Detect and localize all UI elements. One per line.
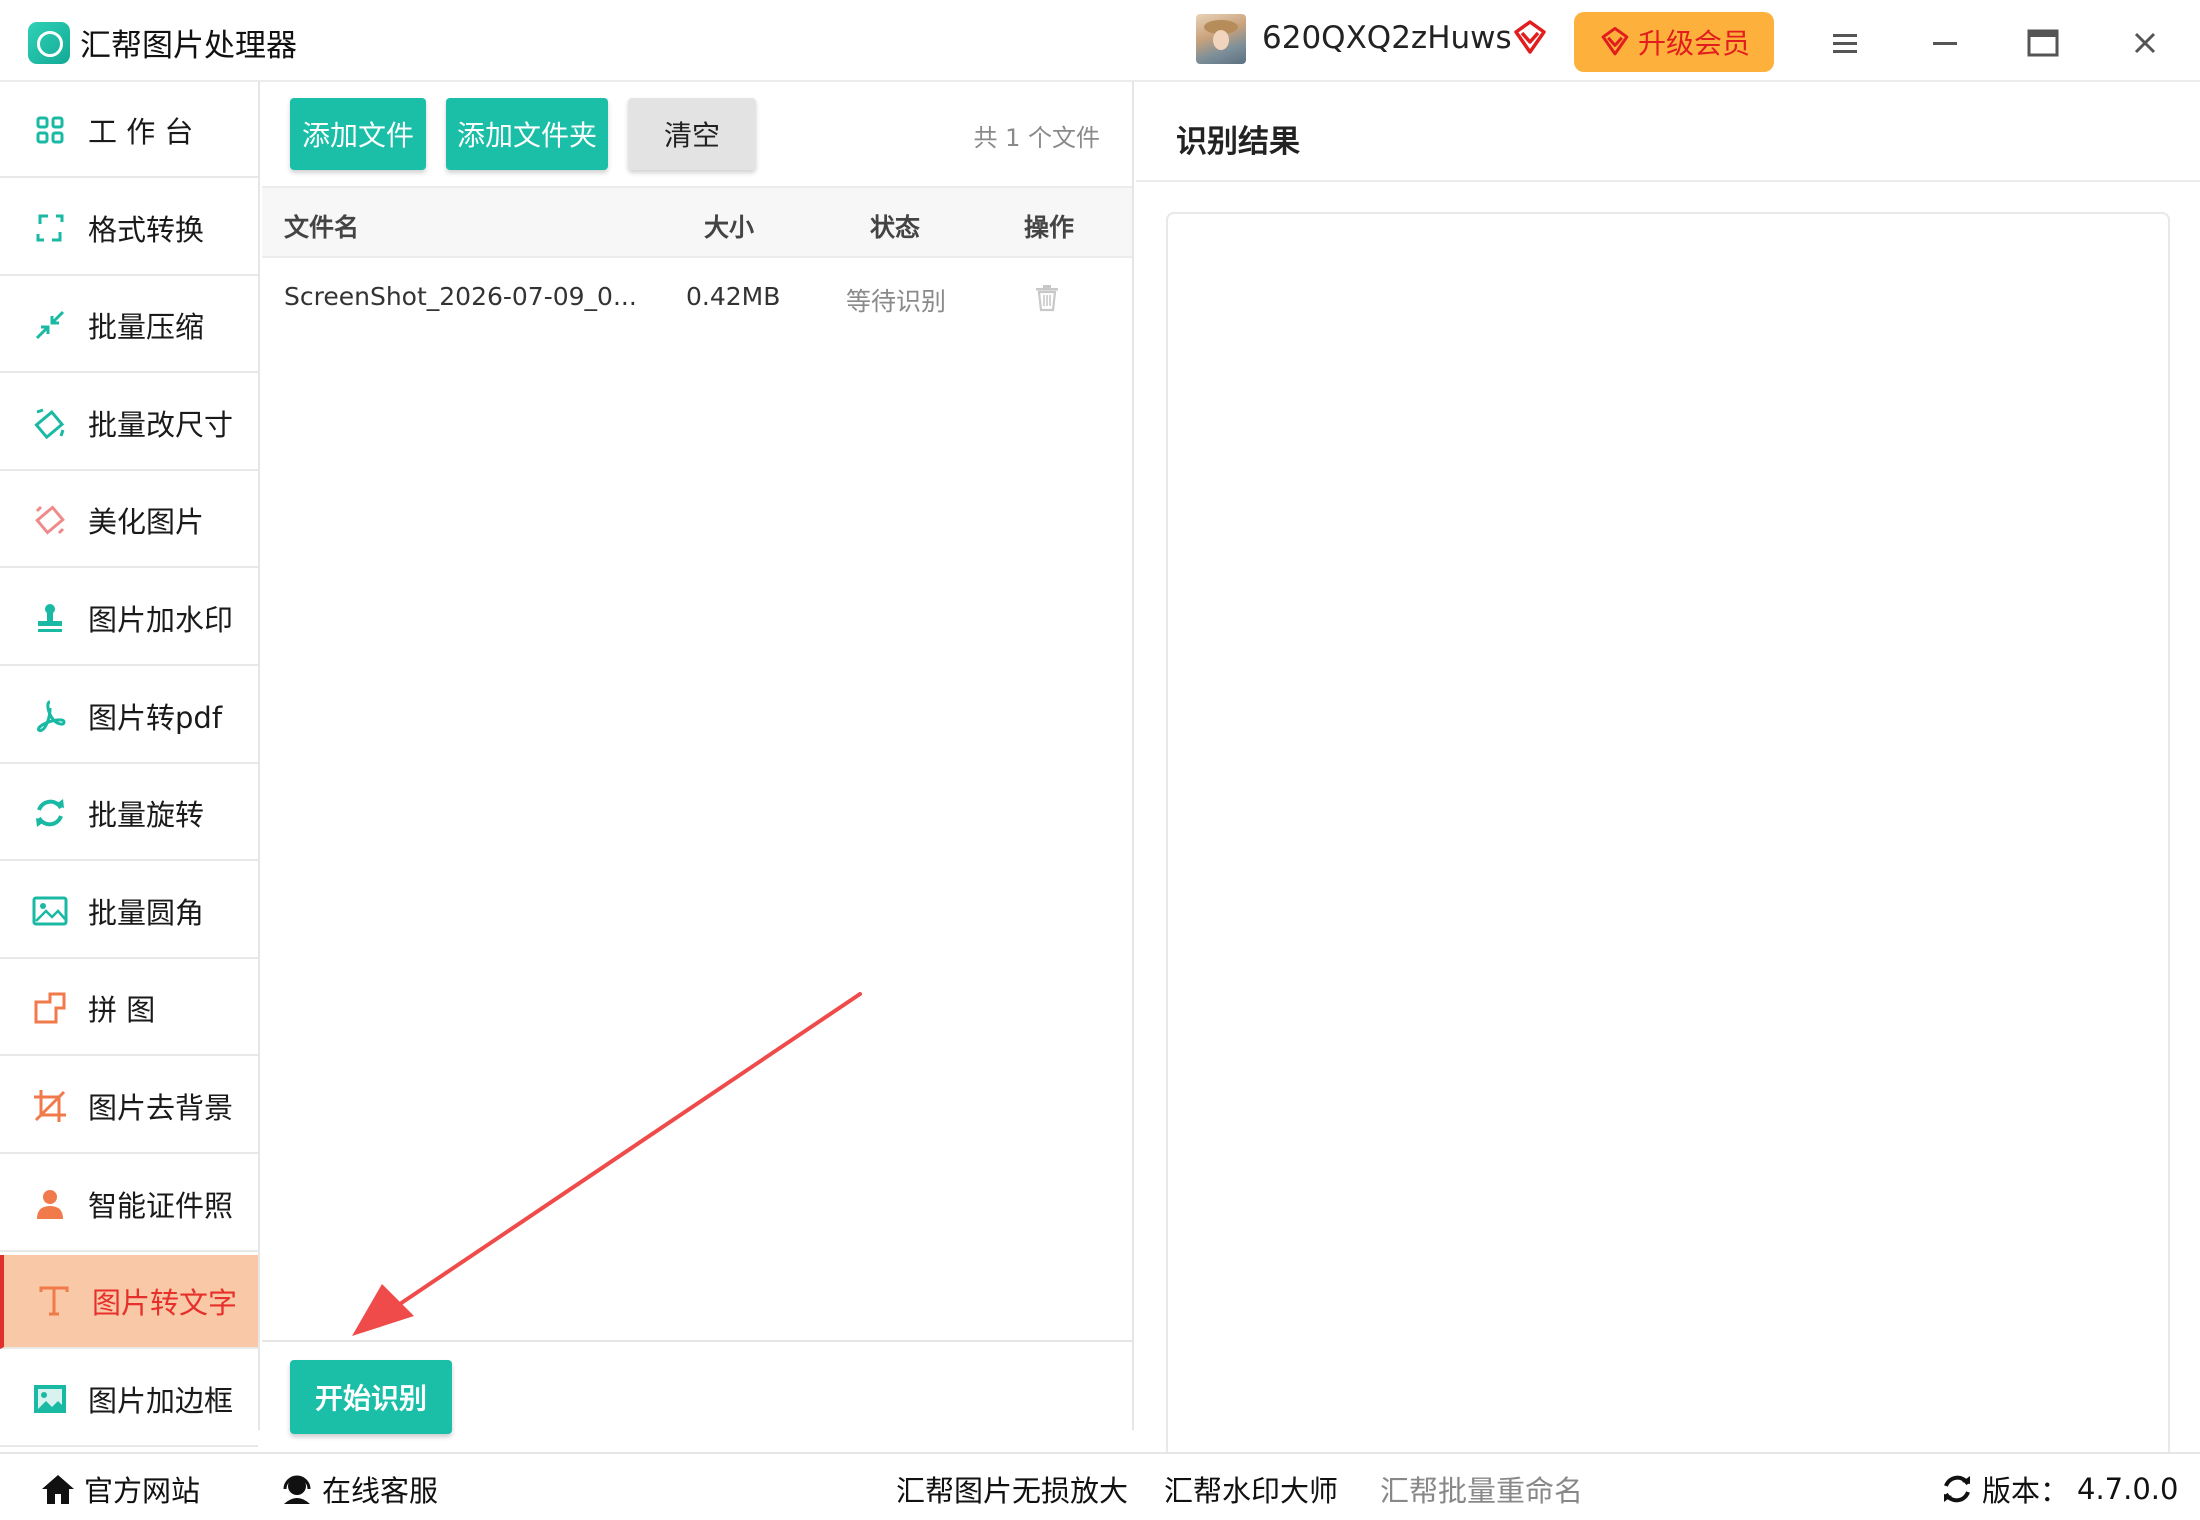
sidebar-item[interactable]: 智能证件照 bbox=[0, 1158, 258, 1252]
online-support-link[interactable]: 在线客服 bbox=[280, 1468, 438, 1510]
sidebar-item[interactable]: 图片加边框 bbox=[0, 1353, 258, 1447]
sidebar-item-label: 批量旋转 bbox=[88, 798, 205, 833]
sidebar-item[interactable]: 图片转pdf bbox=[0, 670, 258, 764]
minimize-button[interactable] bbox=[1920, 18, 1970, 68]
sidebar-item-label: 批量压缩 bbox=[88, 310, 205, 345]
upgrade-vip-button[interactable]: 升级会员 bbox=[1574, 12, 1774, 72]
sidebar-item[interactable]: 批量圆角 bbox=[0, 865, 258, 959]
version-info: 版本： 4.7.0.0 bbox=[1940, 1468, 2178, 1510]
username[interactable]: 620QXQ2zHuws bbox=[1262, 20, 1512, 56]
frame-icon bbox=[30, 1379, 70, 1419]
title-bar: 汇帮图片处理器 620QXQ2zHuws 升级会员 bbox=[0, 0, 2200, 82]
menu-button[interactable] bbox=[1820, 18, 1870, 68]
column-header-action: 操作 bbox=[1024, 213, 1075, 242]
sidebar-item-label: 图片加水印 bbox=[88, 603, 234, 637]
sidebar-item[interactable]: 图片加水印 bbox=[0, 572, 258, 666]
file-name: ScreenShot_2026-07-09_0... bbox=[284, 282, 637, 311]
close-icon bbox=[2134, 32, 2156, 54]
add-file-button[interactable]: 添加文件 bbox=[290, 98, 426, 170]
sidebar-item[interactable]: 批量压缩 bbox=[0, 279, 258, 374]
result-title: 识别结果 bbox=[1176, 124, 1300, 160]
clear-button[interactable]: 清空 bbox=[628, 98, 756, 170]
sidebar-item[interactable]: 格式转换 bbox=[0, 182, 258, 276]
maximize-button[interactable] bbox=[2018, 18, 2068, 68]
divider bbox=[1136, 180, 2200, 182]
text-icon bbox=[34, 1281, 74, 1321]
upgrade-label: 升级会员 bbox=[1637, 27, 1750, 60]
sidebar-item-label: 批量改尺寸 bbox=[88, 407, 234, 442]
puzzle-icon bbox=[30, 988, 70, 1028]
result-text-area[interactable] bbox=[1166, 212, 2170, 1504]
minimize-icon bbox=[1933, 42, 1957, 45]
home-icon bbox=[42, 1475, 74, 1504]
sidebar-item-label: 拼 图 bbox=[88, 993, 156, 1028]
result-panel: 识别结果 bbox=[1136, 82, 2200, 1504]
official-website-label: 官方网站 bbox=[84, 1474, 201, 1508]
version-number: 4.7.0.0 bbox=[2077, 1472, 2179, 1506]
column-header-size: 大小 bbox=[704, 213, 755, 242]
sidebar: 工 作 台格式转换批量压缩批量改尺寸美化图片图片加水印图片转pdf 批量旋转批量圆… bbox=[0, 82, 260, 1447]
avatar[interactable] bbox=[1196, 14, 1246, 64]
file-count: 共 1 个文件 bbox=[973, 124, 1100, 152]
beautify-icon bbox=[30, 500, 70, 540]
app-title: 汇帮图片处理器 bbox=[80, 28, 297, 64]
resize-icon bbox=[30, 403, 70, 443]
file-size: 0.42MB bbox=[686, 282, 781, 311]
start-recognition-button[interactable]: 开始识别 bbox=[290, 1360, 452, 1434]
sidebar-item-label: 批量圆角 bbox=[88, 895, 205, 930]
sidebar-item[interactable]: 拼 图 bbox=[0, 962, 258, 1057]
sidebar-item-label: 图片去背景 bbox=[88, 1091, 234, 1125]
rotate-icon bbox=[30, 793, 70, 833]
crop-icon bbox=[30, 1086, 70, 1126]
sidebar-item[interactable]: 图片去背景 bbox=[0, 1060, 258, 1154]
footer-link-watermark[interactable]: 汇帮水印大师 bbox=[1164, 1468, 1338, 1510]
trash-icon[interactable] bbox=[1034, 284, 1060, 312]
file-panel: 添加文件 添加文件夹 清空 共 1 个文件 文件名 大小 状态 操作 Scree… bbox=[262, 82, 1134, 1434]
headset-icon bbox=[283, 1475, 311, 1504]
column-header-name: 文件名 bbox=[284, 213, 360, 242]
sidebar-item-label: 美化图片 bbox=[88, 505, 205, 540]
footer-link-rename[interactable]: 汇帮批量重命名 bbox=[1380, 1468, 1583, 1510]
close-button[interactable] bbox=[2120, 18, 2170, 68]
person-icon bbox=[30, 1184, 70, 1224]
panel-divider bbox=[262, 1340, 1132, 1342]
sidebar-item-label: 智能证件照 bbox=[88, 1188, 234, 1223]
sidebar-item[interactable]: 工 作 台 bbox=[0, 84, 258, 178]
footer-link-upscale[interactable]: 汇帮图片无损放大 bbox=[896, 1468, 1128, 1510]
app-logo-icon bbox=[28, 22, 70, 64]
image-icon bbox=[30, 891, 70, 931]
pdf-icon bbox=[30, 696, 70, 736]
sidebar-item-label: 格式转换 bbox=[88, 212, 205, 247]
maximize-icon bbox=[2027, 29, 2059, 57]
sidebar-item[interactable]: 美化图片 bbox=[0, 474, 258, 569]
hamburger-icon bbox=[1833, 34, 1857, 53]
official-website-link[interactable]: 官方网站 bbox=[40, 1468, 200, 1510]
sidebar-item-label: 工 作 台 bbox=[88, 115, 194, 149]
column-header-status: 状态 bbox=[870, 213, 921, 242]
vip-diamond-icon bbox=[1601, 26, 1629, 56]
convert-icon bbox=[30, 208, 70, 248]
stamp-icon bbox=[30, 598, 70, 638]
refresh-icon[interactable] bbox=[1940, 1472, 1974, 1506]
sidebar-item[interactable]: 批量旋转 bbox=[0, 767, 258, 862]
sidebar-item[interactable]: 图片转文字 bbox=[0, 1255, 258, 1350]
app-window: 汇帮图片处理器 620QXQ2zHuws 升级会员 工 作 台 格式转换 批量压… bbox=[0, 0, 2200, 1520]
file-status: 等待识别 bbox=[846, 287, 947, 316]
sidebar-item-label: 图片转pdf bbox=[88, 700, 223, 735]
add-folder-button[interactable]: 添加文件夹 bbox=[446, 98, 608, 170]
compress-icon bbox=[30, 305, 70, 345]
footer: 官方网站 在线客服 汇帮图片无损放大 汇帮水印大师 汇帮批量重命名 版本： 4.… bbox=[0, 1452, 2200, 1520]
version-label: 版本： bbox=[1982, 1474, 2070, 1508]
table-header: 文件名 大小 状态 操作 bbox=[262, 186, 1132, 258]
sidebar-item-label: 图片转文字 bbox=[92, 1286, 238, 1321]
sidebar-item[interactable]: 批量改尺寸 bbox=[0, 377, 258, 471]
online-support-label: 在线客服 bbox=[322, 1474, 439, 1508]
sidebar-item-label: 图片加边框 bbox=[88, 1383, 234, 1418]
grid-icon bbox=[30, 110, 70, 150]
vip-diamond-icon bbox=[1514, 20, 1546, 54]
